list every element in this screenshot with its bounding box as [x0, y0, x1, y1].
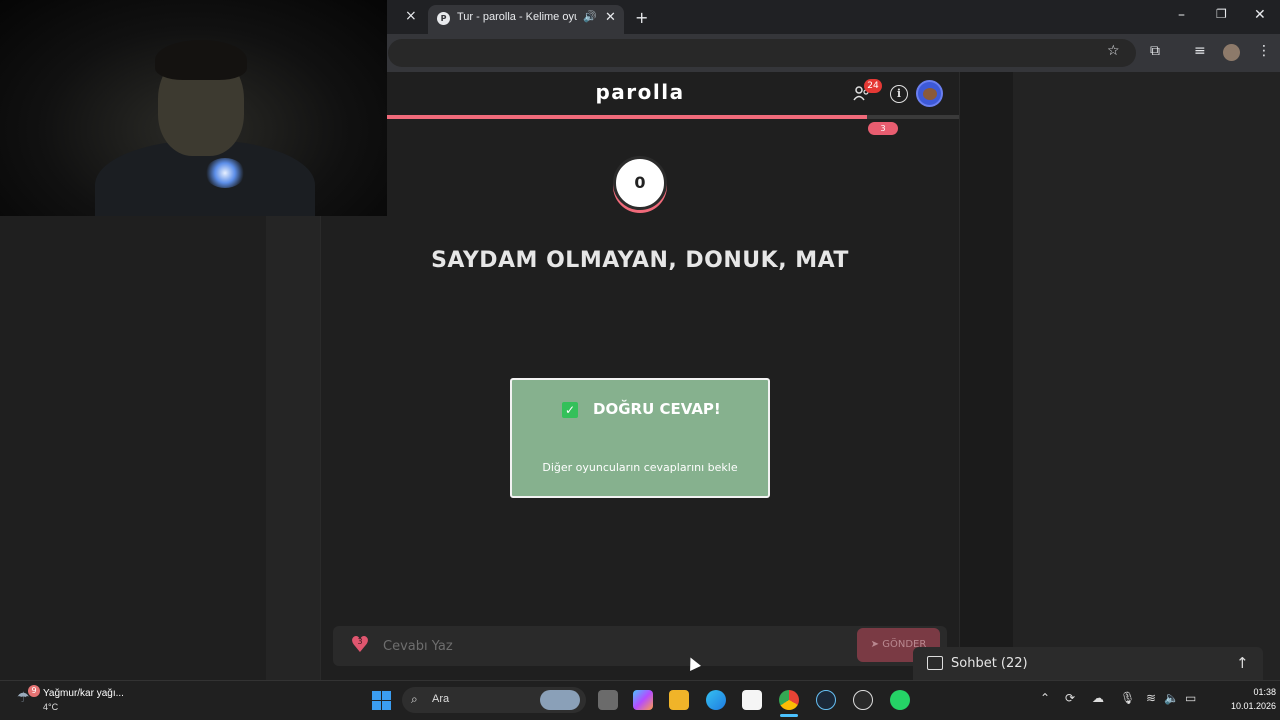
user-avatar[interactable]: [916, 80, 943, 107]
correct-answer-card: [510, 378, 770, 498]
chrome-icon[interactable]: [779, 690, 799, 710]
tray-overflow-icon[interactable]: ⌃: [1040, 691, 1050, 705]
tab-close-icon[interactable]: ✕: [605, 10, 616, 25]
chat-label: Sohbet (22): [951, 656, 1028, 671]
profile-avatar[interactable]: [1223, 44, 1240, 61]
wifi-icon[interactable]: ≋: [1146, 691, 1156, 705]
weather-text[interactable]: Yağmur/kar yağı...: [43, 688, 124, 699]
speaker-icon[interactable]: 🔊: [583, 10, 597, 23]
sync-icon[interactable]: ⟳: [1065, 691, 1075, 705]
copilot-icon[interactable]: [633, 690, 653, 710]
battery-icon[interactable]: ▭: [1185, 691, 1196, 705]
search-highlight-icon: [540, 690, 580, 710]
store-icon[interactable]: [742, 690, 762, 710]
edge-icon[interactable]: [706, 690, 726, 710]
result-subtitle: Diğer oyuncuların cevaplarını bekle: [542, 461, 738, 474]
clock-date[interactable]: 10.01.2026: [1206, 701, 1276, 711]
active-app-indicator: [780, 714, 798, 717]
taskbar-search-label: Ara: [432, 693, 450, 705]
chat-icon: [927, 656, 943, 670]
onedrive-icon[interactable]: ☁: [1092, 691, 1104, 705]
steam-icon[interactable]: [816, 690, 836, 710]
timer-circle: 0: [613, 156, 667, 210]
round-progress-fill: [387, 115, 867, 119]
parolla-logo[interactable]: parolla: [560, 80, 720, 104]
chatgpt-icon[interactable]: [853, 690, 873, 710]
info-icon[interactable]: i: [890, 85, 908, 103]
media-control-icon[interactable]: ≡: [1194, 43, 1206, 59]
question-text: SAYDAM OLMAYAN, DONUK, MAT: [431, 248, 849, 273]
prev-tab-close-icon[interactable]: ×: [405, 8, 417, 24]
address-bar[interactable]: [388, 39, 1136, 67]
parolla-favicon-icon: P: [437, 12, 450, 25]
file-explorer-icon[interactable]: [669, 690, 689, 710]
result-title: DOĞRU CEVAP!: [593, 400, 721, 418]
task-view-icon[interactable]: [598, 690, 618, 710]
players-count-badge: 24: [864, 79, 882, 93]
clock-time[interactable]: 01:38: [1226, 687, 1276, 697]
new-tab-button[interactable]: +: [635, 8, 648, 27]
microphone-icon[interactable]: 🎙: [1120, 691, 1135, 705]
right-panel: [1013, 72, 1280, 680]
tab-title: Tur - parolla - Kelime oyunu: [457, 11, 577, 23]
bookmark-star-icon[interactable]: ☆: [1107, 43, 1120, 59]
extensions-icon[interactable]: ⧉: [1150, 43, 1160, 59]
chat-expand-arrow-icon[interactable]: ↑: [1236, 654, 1249, 672]
minimize-icon[interactable]: –: [1178, 7, 1185, 23]
weather-badge: 9: [28, 685, 40, 697]
answer-input[interactable]: [383, 633, 843, 659]
checkmark-icon: ✓: [562, 402, 578, 418]
progress-pill: 3: [868, 122, 898, 135]
start-button[interactable]: [372, 691, 391, 710]
tab-parolla[interactable]: P Tur - parolla - Kelime oyunu 🔊 ✕: [428, 5, 624, 34]
window-close-icon[interactable]: ✕: [1254, 7, 1266, 23]
whatsapp-icon[interactable]: [890, 690, 910, 710]
send-icon: ➤: [870, 639, 880, 650]
lives-count: 3: [357, 637, 363, 646]
left-panel: [266, 216, 320, 680]
webcam-overlay: [0, 0, 387, 216]
volume-icon[interactable]: 🔈: [1164, 691, 1179, 705]
browser-menu-icon[interactable]: ⋮: [1257, 43, 1271, 59]
search-icon: ⌕: [411, 692, 418, 706]
restore-icon[interactable]: ❐: [1216, 7, 1227, 21]
right-gutter: [960, 72, 1013, 680]
weather-temperature: 4°C: [43, 702, 59, 712]
